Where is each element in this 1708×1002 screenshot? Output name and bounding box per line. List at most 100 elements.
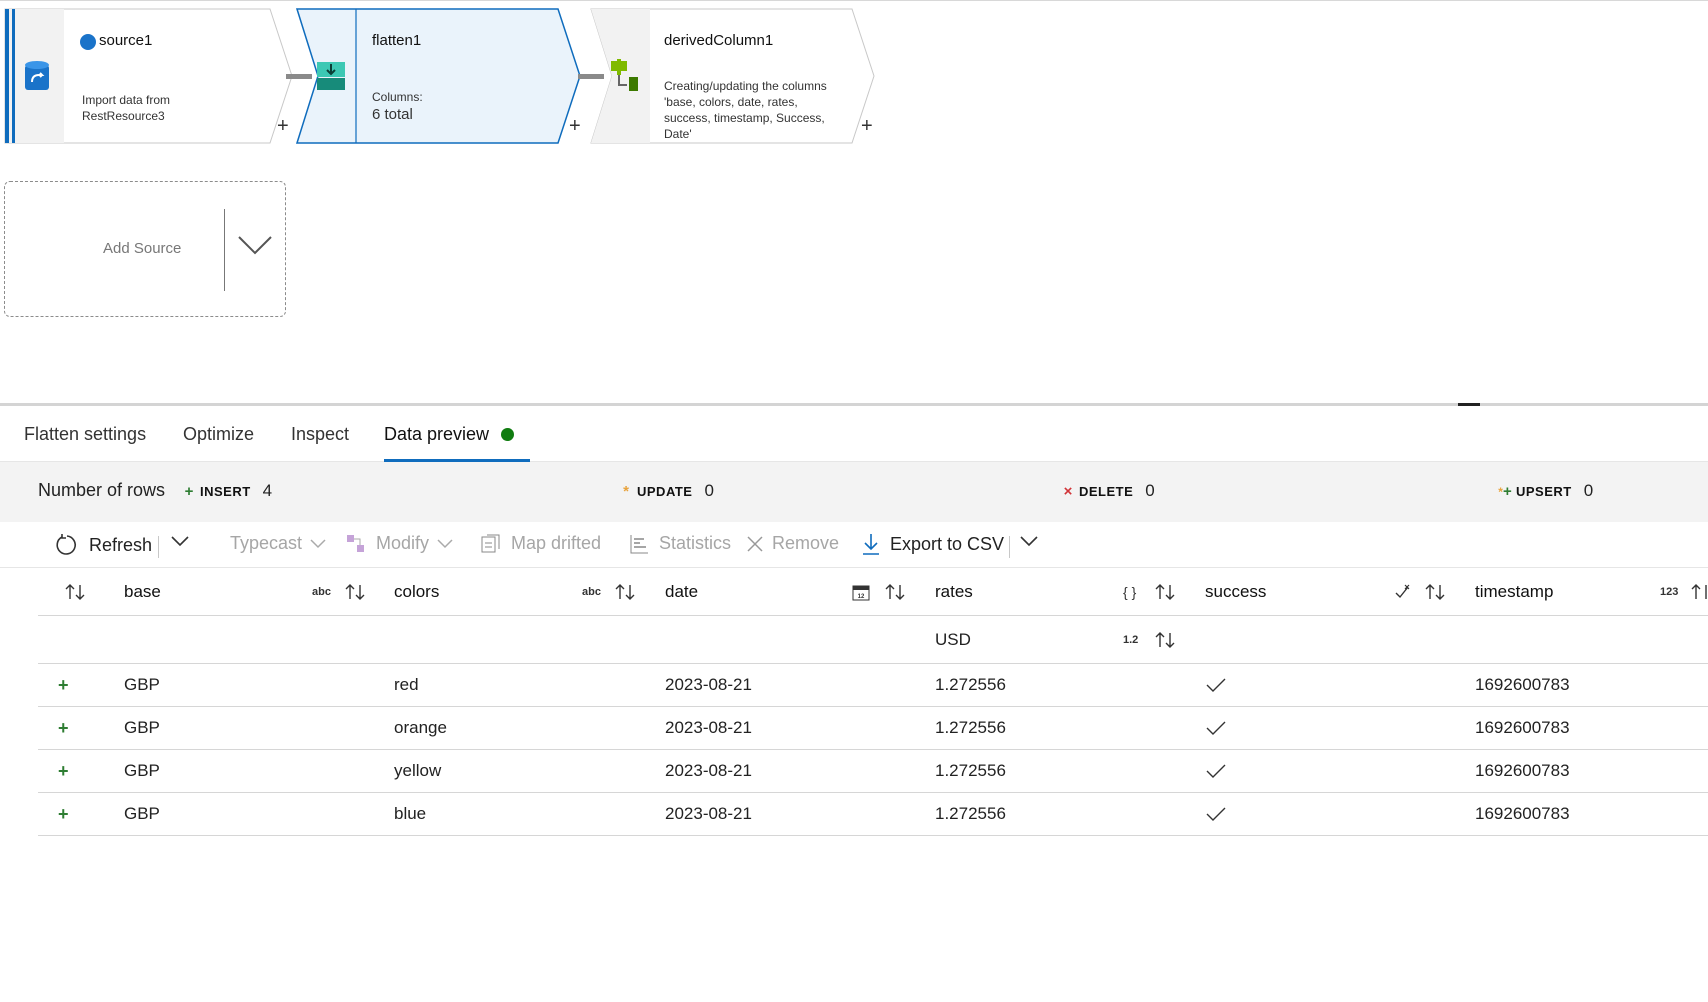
chevron-down-icon (437, 538, 453, 549)
chevron-down-icon[interactable] (237, 234, 273, 261)
map-drifted-button[interactable]: Map drifted (481, 533, 601, 554)
cell-colors: blue (394, 804, 427, 823)
insert-row-icon: + (58, 717, 69, 738)
map-drifted-label: Map drifted (511, 533, 602, 553)
column-header-success[interactable]: success (1205, 568, 1266, 615)
node-desc-line: RestResource3 (82, 109, 165, 123)
cell-timestamp: 1692600783 (1475, 718, 1570, 737)
node-description: Columns: 6 total (372, 89, 423, 123)
string-type-icon: abc (582, 585, 601, 598)
statistics-button[interactable]: Statistics (629, 533, 731, 554)
statistics-label: Statistics (659, 533, 732, 553)
add-transform-button[interactable]: + (861, 116, 873, 136)
modify-button[interactable]: Modify (346, 533, 453, 554)
tab-data-preview[interactable]: Data preview (384, 424, 530, 462)
remove-button[interactable]: Remove (746, 533, 839, 554)
api-icon (80, 34, 96, 50)
delete-stat: × DELETE 0 (1059, 481, 1155, 501)
sort-icon[interactable] (1154, 616, 1176, 663)
cell-base: GBP (124, 718, 160, 737)
update-stat: * UPDATE 0 (617, 481, 714, 501)
number-type-icon: 123 (1660, 585, 1679, 598)
database-icon (8, 9, 66, 143)
column-header-date[interactable]: date (665, 568, 698, 615)
asterisk-icon: * (623, 482, 629, 500)
sort-icon[interactable] (884, 568, 906, 615)
sort-icon[interactable] (64, 568, 86, 615)
flow-canvas[interactable]: source1 Import data from RestResource3 +… (0, 0, 1708, 404)
node-desc-line: success, timestamp, Success, (664, 111, 825, 125)
sort-icon[interactable] (1424, 568, 1446, 615)
table-row[interactable]: + GBP orange 2023-08-21 1.272556 1692600… (38, 707, 1708, 750)
node-desc-line: Date' (664, 127, 692, 141)
check-icon (1206, 750, 1226, 792)
sort-icon[interactable] (1154, 568, 1176, 615)
preview-toolbar: Refresh Typecast Modify Map drifted Stat… (0, 522, 1708, 568)
add-source-box[interactable]: Add Source (4, 181, 286, 317)
cell-colors: red (394, 675, 419, 694)
stat-name: DELETE (1079, 483, 1134, 499)
tab-inspect[interactable]: Inspect (291, 424, 349, 462)
table-row[interactable]: + GBP red 2023-08-21 1.272556 1692600783 (38, 664, 1708, 707)
check-icon (1206, 707, 1226, 749)
x-icon: × (1063, 482, 1073, 500)
insert-row-icon: + (58, 803, 69, 824)
upsert-icon: *+ (1498, 482, 1512, 500)
node-derivedcolumn1[interactable]: derivedColumn1 Creating/updating the col… (590, 8, 880, 144)
sort-icon[interactable] (344, 568, 366, 615)
node-desc-line: Import data from (82, 93, 171, 107)
node-desc-line: 'base, colors, date, rates, (664, 95, 798, 109)
cell-timestamp: 1692600783 (1475, 804, 1570, 823)
stat-name: UPSERT (1516, 483, 1572, 499)
upsert-stat: *+ UPSERT 0 (1496, 481, 1593, 501)
add-transform-button[interactable]: + (277, 116, 289, 136)
divider (224, 209, 225, 291)
stat-name: UPDATE (637, 483, 693, 499)
typecast-label: Typecast (230, 533, 303, 553)
chevron-down-icon[interactable] (171, 535, 189, 547)
row-stats-bar: Number of rows + INSERT 4 * UPDATE 0 × D… (0, 462, 1708, 522)
insert-row-icon: + (58, 674, 69, 695)
sort-icon[interactable] (614, 568, 636, 615)
refresh-button[interactable]: Refresh (55, 533, 152, 557)
export-csv-button[interactable]: Export to CSV (862, 533, 1004, 555)
add-source-label: Add Source (103, 240, 182, 257)
node-description: Import data from RestResource3 (82, 92, 170, 124)
node-flatten1[interactable]: flatten1 Columns: 6 total + (296, 8, 582, 144)
node-desc-line: Creating/updating the columns (664, 79, 827, 93)
table-row[interactable]: + GBP blue 2023-08-21 1.272556 169260078… (38, 793, 1708, 836)
flatten-icon (302, 9, 360, 143)
node-desc-line: 6 total (372, 106, 413, 123)
node-description: Creating/updating the columns 'base, col… (664, 78, 827, 142)
status-ok-dot (501, 428, 515, 441)
statistics-icon (629, 534, 649, 554)
map-drifted-icon (481, 534, 501, 554)
grid-header: base abc colors abc date 12 rates { } su… (38, 568, 1708, 616)
stat-name: INSERT (200, 483, 251, 499)
string-type-icon: abc (312, 585, 331, 598)
splitter-grip[interactable] (1458, 403, 1480, 406)
stat-value: 0 (704, 481, 714, 500)
column-header-colors[interactable]: colors (394, 568, 439, 615)
node-source1[interactable]: source1 Import data from RestResource3 + (4, 8, 294, 144)
column-header-usd[interactable]: USD (935, 616, 971, 663)
svg-text:12: 12 (858, 594, 865, 600)
column-header-rates[interactable]: rates (935, 568, 973, 615)
insert-stat: + INSERT 4 (180, 481, 273, 501)
stat-value: 0 (1145, 481, 1155, 500)
column-header-base[interactable]: base (124, 568, 161, 615)
tab-flatten-settings[interactable]: Flatten settings (24, 424, 146, 462)
table-row[interactable]: + GBP yellow 2023-08-21 1.272556 1692600… (38, 750, 1708, 793)
tab-optimize[interactable]: Optimize (183, 424, 254, 462)
sort-icon[interactable] (1690, 568, 1708, 615)
insert-row-icon: + (58, 760, 69, 781)
panel-splitter[interactable] (0, 403, 1708, 406)
refresh-icon (55, 533, 79, 557)
tab-label: Data preview (384, 424, 490, 444)
typecast-button[interactable]: Typecast (230, 533, 326, 554)
cell-timestamp: 1692600783 (1475, 761, 1570, 780)
column-header-timestamp[interactable]: timestamp (1475, 568, 1553, 615)
add-transform-button[interactable]: + (569, 116, 581, 136)
cell-date: 2023-08-21 (665, 675, 752, 694)
chevron-down-icon[interactable] (1020, 535, 1038, 547)
